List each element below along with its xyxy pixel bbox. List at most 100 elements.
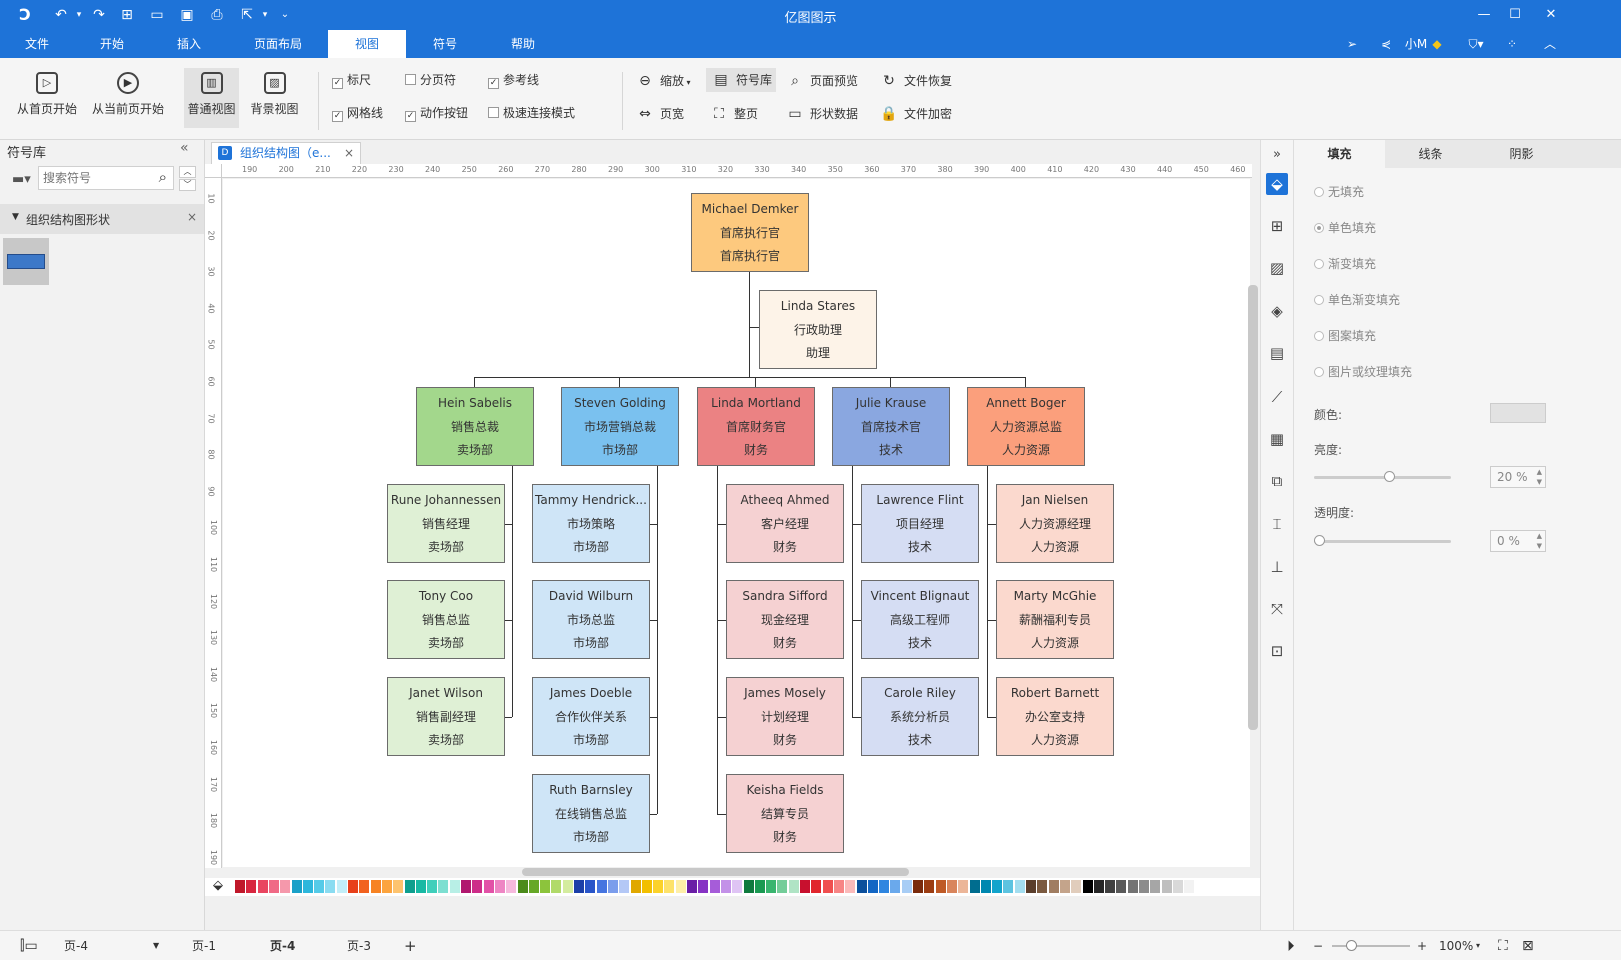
save-icon[interactable]: ▣ xyxy=(178,6,196,24)
brightness-slider[interactable] xyxy=(1314,471,1451,482)
color-swatch[interactable] xyxy=(879,880,890,893)
shape-data-button[interactable]: ▭ 形状数据 xyxy=(786,102,858,126)
expand-rail-icon[interactable]: » xyxy=(1266,144,1288,166)
search-box[interactable]: ⌕ xyxy=(38,166,174,190)
tab-line[interactable]: 线条 xyxy=(1385,140,1476,168)
tab-help[interactable]: 帮助 xyxy=(484,30,562,58)
page-settings-icon[interactable]: ⧉ xyxy=(1266,470,1288,492)
tab-home[interactable]: 开始 xyxy=(74,30,150,58)
org-node[interactable]: Annett Boger 人力资源总监 人力资源 xyxy=(967,387,1085,466)
color-swatch[interactable] xyxy=(732,880,743,893)
zoom-knob[interactable] xyxy=(1346,940,1357,951)
open-folder-icon[interactable]: ▭ xyxy=(148,6,166,24)
color-swatch[interactable] xyxy=(822,880,833,893)
page-select[interactable]: 页-4 xyxy=(64,938,88,954)
color-swatch[interactable] xyxy=(845,880,856,893)
customize-toolbar-icon[interactable]: ⌄ xyxy=(276,6,294,24)
color-swatch[interactable] xyxy=(280,880,291,893)
org-node[interactable]: Marty McGhie 薪酬福利专员 人力资源 xyxy=(996,580,1114,659)
color-swatch[interactable] xyxy=(1105,880,1116,893)
search-input[interactable] xyxy=(43,169,147,187)
color-swatch[interactable] xyxy=(800,880,810,893)
search-icon[interactable]: ⌕ xyxy=(159,168,167,186)
org-node[interactable]: Janet Wilson 销售副经理 卖场部 xyxy=(387,677,505,756)
color-swatch[interactable] xyxy=(472,880,483,893)
org-node[interactable]: Vincent Blignaut 高级工程师 技术 xyxy=(861,580,979,659)
page-panel-icon[interactable]: ⫿▭ xyxy=(20,938,38,954)
present-from-first-button[interactable]: ▷ 从首页开始 xyxy=(14,72,80,117)
color-swatch[interactable] xyxy=(302,880,313,893)
org-node[interactable]: Lawrence Flint 项目经理 技术 xyxy=(861,484,979,563)
ruler-checkbox[interactable]: ✓ 标尺 xyxy=(332,71,371,89)
color-swatch[interactable] xyxy=(1048,880,1059,893)
color-swatch[interactable] xyxy=(1139,880,1149,893)
horizontal-scrollbar[interactable] xyxy=(522,868,909,876)
color-swatch[interactable] xyxy=(1093,880,1104,893)
color-swatch[interactable] xyxy=(743,880,754,893)
color-swatch[interactable] xyxy=(946,880,957,893)
color-swatch[interactable] xyxy=(449,880,460,893)
org-node[interactable]: Ruth Barnsley 在线销售总监 市场部 xyxy=(532,774,650,853)
fill-bucket-icon[interactable]: ⬙ xyxy=(213,878,223,893)
shapes-grid-icon[interactable]: ⊞ xyxy=(1266,215,1288,237)
color-swatch[interactable] xyxy=(641,880,652,893)
page-break-checkbox[interactable]: 分页符 xyxy=(405,71,456,89)
scroll-up-icon[interactable]: ︿ xyxy=(179,166,196,178)
page-preview-button[interactable]: ⌕ 页面预览 xyxy=(786,69,858,93)
category-header[interactable]: ▼ 组织结构图形状 × xyxy=(0,204,204,234)
redo-icon[interactable]: ↷ xyxy=(90,6,108,24)
color-swatch[interactable] xyxy=(619,880,630,893)
page-width-button[interactable]: ⇔ 页宽 xyxy=(636,102,684,126)
zoom-level[interactable]: 100% xyxy=(1439,938,1473,954)
org-node[interactable]: Keisha Fields 结算专员 财务 xyxy=(726,774,844,853)
color-swatch[interactable] xyxy=(1026,880,1036,893)
app-logo-icon[interactable]: Ͻ xyxy=(16,6,34,24)
user-name[interactable]: 小M xyxy=(1404,35,1428,53)
collapse-ribbon-icon[interactable]: ︿ xyxy=(1540,35,1560,53)
vertical-scrollbar[interactable] xyxy=(1248,285,1258,730)
grid-checkbox[interactable]: ✓ 网格线 xyxy=(332,104,383,122)
tab-view[interactable]: 视图 xyxy=(328,30,406,58)
color-swatch[interactable] xyxy=(607,880,618,893)
color-swatch[interactable] xyxy=(867,880,878,893)
guide-line-checkbox[interactable]: ✓ 参考线 xyxy=(488,71,539,89)
color-swatch[interactable] xyxy=(935,880,946,893)
gradient-fill-radio[interactable]: 渐变填充 xyxy=(1314,255,1376,273)
color-swatch[interactable] xyxy=(698,880,709,893)
page-tab-1[interactable]: 页-1 xyxy=(192,938,216,954)
color-swatch[interactable] xyxy=(427,880,438,893)
maximize-icon[interactable]: ☐ xyxy=(1505,5,1525,25)
new-icon[interactable]: ⊞ xyxy=(118,6,136,24)
color-swatch[interactable] xyxy=(1003,880,1014,893)
send-icon[interactable]: ➢ xyxy=(1342,35,1362,53)
fill-tool-icon[interactable]: ⬙ xyxy=(1266,173,1288,195)
action-button-checkbox[interactable]: ✓ 动作按钮 xyxy=(405,104,468,122)
color-swatch[interactable] xyxy=(562,880,573,893)
undo-icon[interactable]: ↶ xyxy=(52,6,70,24)
color-swatch[interactable] xyxy=(1059,880,1070,893)
zoom-button[interactable]: ⊖ 缩放 ▾ xyxy=(636,69,698,93)
document-tab[interactable]: D 组织结构图（e... × xyxy=(211,142,361,164)
color-swatch[interactable] xyxy=(314,880,325,893)
color-swatch[interactable] xyxy=(788,880,799,893)
page-tab-4[interactable]: 页-4 xyxy=(270,938,295,954)
color-swatch[interactable] xyxy=(856,880,867,893)
close-category-icon[interactable]: × xyxy=(187,210,197,224)
scroll-down-icon[interactable]: ﹀ xyxy=(179,179,196,191)
org-node[interactable]: Hein Sabelis 销售总裁 卖场部 xyxy=(416,387,534,466)
color-swatch[interactable] xyxy=(901,880,912,893)
add-page-button[interactable]: + xyxy=(404,938,417,954)
org-chart-icon[interactable]: ⊥ xyxy=(1266,556,1288,578)
color-swatch[interactable] xyxy=(664,880,675,893)
color-swatch[interactable] xyxy=(1127,880,1138,893)
background-view-button[interactable]: ▨ 背景视图 xyxy=(247,72,302,117)
org-node[interactable]: Atheeq Ahmed 客户经理 财务 xyxy=(726,484,844,563)
color-swatch[interactable] xyxy=(540,880,551,893)
color-swatch[interactable] xyxy=(811,880,822,893)
color-swatch[interactable] xyxy=(720,880,731,893)
spinner-icon[interactable]: ▲ ▼ xyxy=(1537,467,1542,487)
symbol-library-button[interactable]: ▤ 符号库 xyxy=(706,68,776,92)
org-node[interactable]: David Wilburn 市场总监 市场部 xyxy=(532,580,650,659)
color-swatch[interactable] xyxy=(494,880,505,893)
apps-grid-icon[interactable]: ⁘ xyxy=(1502,35,1522,53)
